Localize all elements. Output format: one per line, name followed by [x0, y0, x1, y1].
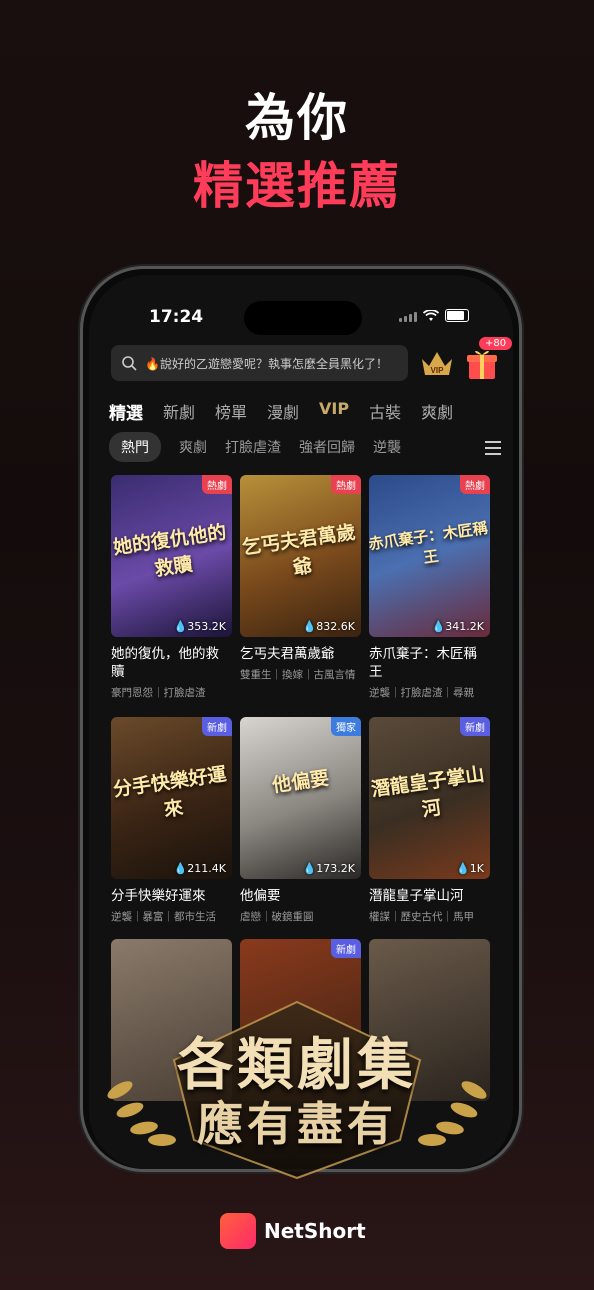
tab-costume[interactable]: 古裝 [369, 399, 401, 424]
poster-title: 乞丐夫君萬歲爺 [240, 521, 357, 580]
drama-card[interactable]: 赤爪棄子：木匠稱王 熱劇 💧341.2K 赤爪棄子：木匠稱王 逆襲｜打臉虐渣｜尋… [369, 475, 490, 700]
chip-revenge[interactable]: 打臉虐渣 [225, 437, 281, 457]
filter-chips: 熱門 爽劇 打臉虐渣 強者回歸 逆襲 [109, 431, 513, 463]
poster-title: 赤爪棄子：木匠稱王 [369, 518, 489, 567]
card-tags: 逆襲｜打臉虐渣｜尋親 [369, 687, 474, 699]
view-count: 💧341.2K [431, 620, 484, 633]
tag-badge: 獨家 [331, 717, 361, 736]
poster-title: 分手快樂好運來 [111, 763, 228, 822]
card-title: 赤爪棄子：木匠稱王 [369, 646, 477, 680]
card-tags: 豪門恩怨｜打臉虐渣 [111, 687, 206, 699]
card-title: 他偏要 [240, 888, 281, 904]
search-bar[interactable]: 🔥說好的乙遊戀愛呢？執事怎麼全員黑化了！ [111, 345, 408, 381]
tag-badge: 熱劇 [331, 475, 361, 494]
chip-thrill[interactable]: 爽劇 [179, 437, 207, 457]
chip-return[interactable]: 強者回歸 [299, 437, 355, 457]
tag-badge: 新劇 [460, 717, 490, 736]
dynamic-island [244, 301, 362, 335]
status-bar: 17:24 [89, 301, 513, 335]
status-icons [399, 309, 469, 322]
brand-name: NetShort [264, 1219, 366, 1243]
poster-image: 他偏要 獨家 💧173.2K [240, 717, 361, 879]
drama-card[interactable]: 她的復仇他的救贖 熱劇 💧353.2K 她的復仇，他的救贖 豪門恩怨｜打臉虐渣 [111, 475, 232, 700]
gift-icon[interactable] [465, 345, 499, 381]
card-tags: 逆襲｜暴富｜都市生活 [111, 911, 216, 923]
tab-thrill[interactable]: 爽劇 [421, 399, 453, 424]
status-time: 17:24 [149, 307, 204, 327]
poster-image: 乞丐夫君萬歲爺 熱劇 💧832.6K [240, 475, 361, 637]
search-icon [122, 356, 137, 371]
tag-badge: 新劇 [202, 717, 232, 736]
netshort-logo-icon [220, 1213, 256, 1249]
poster-image: 她的復仇他的救贖 熱劇 💧353.2K [111, 475, 232, 637]
brand-logo: NetShort [220, 1213, 366, 1249]
signal-icon [399, 310, 417, 322]
poster-title: 潛龍皇子掌山河 [369, 763, 486, 822]
card-title: 潛龍皇子掌山河 [369, 888, 464, 904]
card-title: 分手快樂好運來 [111, 888, 206, 904]
view-count: 💧832.6K [302, 620, 355, 633]
view-count: 💧173.2K [302, 862, 355, 875]
poster-title: 他偏要 [270, 767, 331, 797]
battery-icon [445, 309, 469, 322]
banner-line2: 應有盡有 [197, 1097, 397, 1151]
poster-image: 分手快樂好運來 新劇 💧211.4K [111, 717, 232, 879]
card-title: 她的復仇，他的救贖 [111, 646, 219, 680]
view-count: 💧1K [456, 862, 484, 875]
search-placeholder: 🔥說好的乙遊戀愛呢？執事怎麼全員黑化了！ [145, 356, 388, 371]
view-count: 💧353.2K [173, 620, 226, 633]
drama-card[interactable]: 潛龍皇子掌山河 新劇 💧1K 潛龍皇子掌山河 權謀｜歷史古代｜馬甲 [369, 717, 490, 924]
tag-badge: 熱劇 [202, 475, 232, 494]
card-tags: 雙重生｜換嫁｜古風言情 [240, 669, 356, 681]
card-tags: 虐戀｜破鏡重圓 [240, 911, 314, 923]
chip-counterattack[interactable]: 逆襲 [373, 437, 401, 457]
vip-crown-icon[interactable]: VIP [419, 347, 455, 381]
category-tabs: 精選 新劇 榜單 漫劇 VIP 古裝 爽劇 [109, 399, 453, 424]
poster-image: 潛龍皇子掌山河 新劇 💧1K [369, 717, 490, 879]
card-title: 乞丐夫君萬歲爺 [240, 646, 335, 662]
chip-hot[interactable]: 熱門 [109, 432, 161, 462]
tab-vip[interactable]: VIP [319, 399, 349, 424]
headline-bottom: 精選推薦 [193, 157, 401, 215]
drama-card[interactable]: 分手快樂好運來 新劇 💧211.4K 分手快樂好運來 逆襲｜暴富｜都市生活 [111, 717, 232, 924]
vip-crown-label: VIP [431, 366, 445, 375]
gift-badge: +80 [479, 337, 513, 350]
wifi-icon [423, 309, 439, 321]
menu-icon[interactable] [485, 441, 501, 459]
poster-image: 赤爪棄子：木匠稱王 熱劇 💧341.2K [369, 475, 490, 637]
tab-rankings[interactable]: 榜單 [215, 399, 247, 424]
promo-banner: 各類劇集 應有盡有 [100, 1000, 494, 1180]
tag-badge: 熱劇 [460, 475, 490, 494]
drama-card[interactable]: 他偏要 獨家 💧173.2K 他偏要 虐戀｜破鏡重圓 [240, 717, 361, 924]
tab-comics[interactable]: 漫劇 [267, 399, 299, 424]
drama-card[interactable]: 乞丐夫君萬歲爺 熱劇 💧832.6K 乞丐夫君萬歲爺 雙重生｜換嫁｜古風言情 [240, 475, 361, 682]
tab-new[interactable]: 新劇 [163, 399, 195, 424]
card-tags: 權謀｜歷史古代｜馬甲 [369, 911, 474, 923]
poster-title: 她的復仇他的救贖 [111, 521, 228, 581]
view-count: 💧211.4K [173, 862, 226, 875]
headline-top: 為你 [245, 89, 349, 147]
tab-featured[interactable]: 精選 [109, 399, 143, 424]
tag-badge: 新劇 [331, 939, 361, 958]
